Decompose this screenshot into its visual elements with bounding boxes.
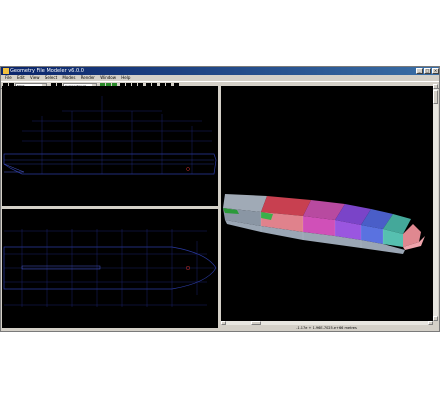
origin-marker — [186, 167, 190, 171]
scroll-down-button[interactable] — [433, 316, 438, 321]
stern-outline — [3, 163, 25, 173]
plan-view-viewport[interactable] — [2, 209, 218, 328]
vertical-scroll-thumb[interactable] — [433, 90, 438, 104]
menu-modes[interactable]: Modes — [62, 75, 75, 80]
side-view-wireframe — [22, 96, 212, 174]
menu-help[interactable]: Help — [121, 75, 130, 80]
status-readout: -1.17e + 1.96E-7025.e+66 metres — [296, 326, 357, 330]
maximize-button[interactable]: □ — [424, 68, 431, 74]
side-view-viewport[interactable] — [2, 86, 218, 206]
perspective-view-viewport[interactable] — [221, 86, 433, 321]
centerline-structure — [21, 265, 101, 270]
menu-view[interactable]: View — [30, 75, 40, 80]
menu-edit[interactable]: Edit — [17, 75, 25, 80]
side-view-canvas — [3, 96, 217, 175]
close-button[interactable]: × — [432, 68, 439, 74]
menu-select[interactable]: Select — [45, 75, 57, 80]
minimize-button[interactable]: _ — [416, 68, 423, 74]
perspective-view-canvas — [223, 194, 425, 254]
menu-window[interactable]: Window — [100, 75, 116, 80]
app-icon — [3, 68, 9, 74]
title-bar: Geometry File Modeler v6.0.0 _ □ × — [1, 67, 439, 75]
window-title: Geometry File Modeler v6.0.0 — [10, 68, 84, 74]
scroll-up-button[interactable] — [433, 84, 438, 89]
menu-render[interactable]: Render — [81, 75, 95, 80]
plan-view-canvas — [3, 229, 217, 307]
menu-file[interactable]: File — [5, 75, 12, 80]
vertical-scrollbar[interactable] — [433, 84, 438, 321]
